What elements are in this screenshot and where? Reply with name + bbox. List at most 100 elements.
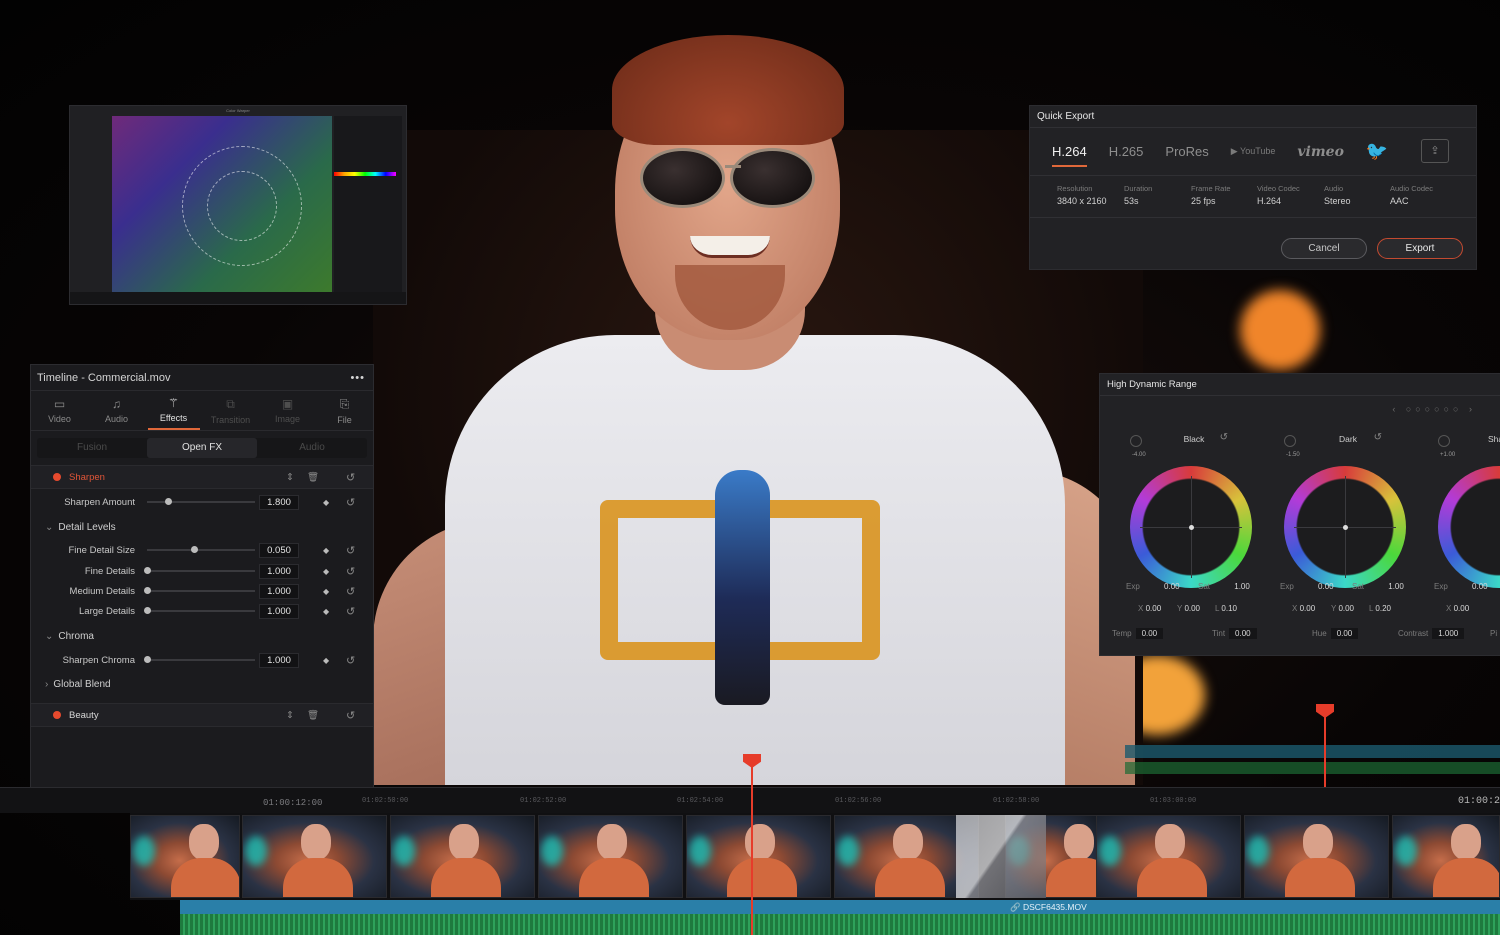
reset-icon[interactable]: ↺ [346, 585, 355, 598]
reset-icon[interactable]: ↺ [346, 654, 355, 667]
clip-name-bar[interactable] [180, 900, 1500, 914]
background-video-track [1125, 745, 1500, 758]
inspector-tabs: ▭ Video ♫ Audio ⚚ Effects ⧉ Transition ▣ Imag… [31, 391, 373, 431]
format-prores[interactable]: ProRes [1165, 144, 1208, 159]
inspector-header: Timeline - Commercial.mov ••• [31, 365, 373, 391]
format-youtube[interactable]: ▶ YouTube [1231, 146, 1276, 157]
fine-detail-size-slider[interactable] [147, 546, 255, 553]
image-icon: ▣ [281, 397, 294, 411]
ellipsis-icon[interactable]: ••• [350, 372, 365, 384]
bokeh-light [1240, 290, 1320, 370]
tab-video[interactable]: ▭ Video [34, 391, 86, 430]
reset-icon[interactable]: ↺ [346, 496, 355, 509]
clip-thumbnail[interactable] [538, 815, 683, 898]
tab-effects[interactable]: ⚚ Effects [147, 391, 200, 430]
param-value[interactable]: 1.800 [259, 494, 299, 510]
quick-export-title: Quick Export [1030, 106, 1476, 128]
twitter-bird-icon[interactable]: 🐦 [1366, 141, 1388, 162]
wheel-center-dot[interactable] [1343, 525, 1348, 530]
cloud-upload-icon[interactable]: ⇪ [1421, 139, 1449, 163]
section-global-blend[interactable]: › Global Blend [45, 679, 111, 690]
timeline-ruler[interactable]: 01:00:12:00 01:02:50:00 01:02:52:00 01:0… [0, 787, 1500, 813]
keyframe-icon[interactable]: ◆ [323, 546, 329, 555]
subtab-openfx[interactable]: Open FX [147, 438, 257, 458]
color-warper-controls[interactable] [334, 116, 402, 294]
tab-image[interactable]: ▣ Image [262, 391, 314, 430]
background-audio-track [1125, 762, 1500, 774]
clip-thumbnail[interactable] [1244, 815, 1389, 898]
keyframe-icon[interactable]: ◆ [323, 567, 329, 576]
format-h265[interactable]: H.265 [1109, 144, 1144, 159]
timecode-label: 01:02:52:00 [520, 797, 567, 805]
color-wheel[interactable] [1438, 466, 1500, 588]
clip-thumbnail[interactable] [242, 815, 387, 898]
keyframe-icon[interactable]: ◆ [323, 498, 329, 507]
clip-thumbnail[interactable] [1096, 815, 1241, 898]
trash-icon[interactable]: 🗑 [307, 472, 319, 483]
subtab-fusion[interactable]: Fusion [37, 438, 147, 458]
section-detail-levels[interactable]: ⌄ Detail Levels [45, 522, 116, 533]
keyframe-icon[interactable]: ◆ [323, 656, 329, 665]
zone-knob[interactable] [1130, 435, 1142, 447]
sort-icon[interactable]: ⇕ [286, 710, 294, 721]
clip-thumbnail[interactable] [686, 815, 831, 898]
playhead-secondary-handle[interactable] [1316, 704, 1334, 718]
zone-pager[interactable]: ‹ ○○○○○○ › [1392, 404, 1476, 414]
clip-thumbnail[interactable] [390, 815, 535, 898]
export-button[interactable]: Export [1377, 238, 1463, 259]
reset-icon[interactable]: ↺ [346, 544, 355, 557]
reset-icon[interactable]: ↺ [1374, 432, 1382, 443]
chevron-down-icon: ⌄ [45, 522, 54, 533]
param-value[interactable]: 1.000 [259, 652, 299, 668]
zone-knob[interactable] [1438, 435, 1450, 447]
video-track[interactable] [130, 813, 1500, 900]
transition-marker[interactable] [956, 815, 1046, 898]
color-warper-title: Color Warper [226, 108, 250, 113]
playhead[interactable] [751, 760, 753, 935]
fine-details-slider[interactable] [144, 567, 255, 574]
clip-label[interactable]: 🔗 DSCF6435.MOV [1010, 900, 1087, 914]
reset-icon[interactable]: ↺ [346, 471, 355, 484]
trash-icon[interactable]: 🗑 [307, 710, 319, 721]
format-vimeo[interactable]: vimeo [1297, 144, 1344, 160]
clip-thumbnail[interactable] [1392, 815, 1500, 898]
tab-transition[interactable]: ⧉ Transition [205, 391, 257, 430]
effect-name-sharpen: Sharpen [69, 471, 105, 483]
clip-thumbnail[interactable] [130, 815, 240, 898]
keyframe-icon[interactable]: ◆ [323, 607, 329, 616]
large-details-slider[interactable] [144, 607, 255, 614]
color-warper-mesh[interactable] [112, 116, 332, 294]
param-label: Large Details [79, 605, 135, 617]
tab-audio[interactable]: ♫ Audio [91, 391, 143, 430]
reset-icon[interactable]: ↺ [1220, 432, 1228, 443]
hdr-panel: High Dynamic Range ‹ ○○○○○○ › -4.00 Blac… [1099, 373, 1500, 656]
param-value[interactable]: 1.000 [259, 563, 299, 579]
zone-knob[interactable] [1284, 435, 1296, 447]
sort-icon[interactable]: ⇕ [286, 472, 294, 483]
format-h264[interactable]: H.264 [1052, 144, 1087, 167]
wheel-center-dot[interactable] [1189, 525, 1194, 530]
subtab-audio[interactable]: Audio [257, 438, 367, 458]
audio-waveform-track[interactable] [180, 914, 1500, 935]
reset-icon[interactable]: ↺ [346, 709, 355, 722]
reset-icon[interactable]: ↺ [346, 605, 355, 618]
cancel-button[interactable]: Cancel [1281, 238, 1367, 259]
effect-enable-toggle[interactable] [53, 711, 61, 719]
hue-spectrum [334, 172, 396, 176]
timecode-label: 01:00:12:00 [263, 798, 323, 808]
sharpen-amount-slider[interactable] [147, 498, 255, 505]
effect-enable-toggle[interactable] [53, 473, 61, 481]
param-value[interactable]: 1.000 [259, 583, 299, 599]
clip-filename: DSCF6435.MOV [1022, 902, 1087, 912]
medium-details-slider[interactable] [144, 587, 255, 594]
sharpen-chroma-slider[interactable] [144, 656, 255, 663]
magic-wand-icon: ⚚ [168, 396, 179, 410]
param-value[interactable]: 1.000 [259, 603, 299, 619]
tab-file[interactable]: ⎘ File [319, 391, 371, 430]
export-format-tabs: H.264 H.265 ProRes ▶ YouTube vimeo 🐦 [1030, 128, 1476, 176]
keyframe-icon[interactable]: ◆ [323, 587, 329, 596]
section-chroma[interactable]: ⌄ Chroma [45, 631, 94, 642]
color-warper-toolbar[interactable] [70, 292, 406, 304]
reset-icon[interactable]: ↺ [346, 565, 355, 578]
param-value[interactable]: 0.050 [259, 542, 299, 558]
